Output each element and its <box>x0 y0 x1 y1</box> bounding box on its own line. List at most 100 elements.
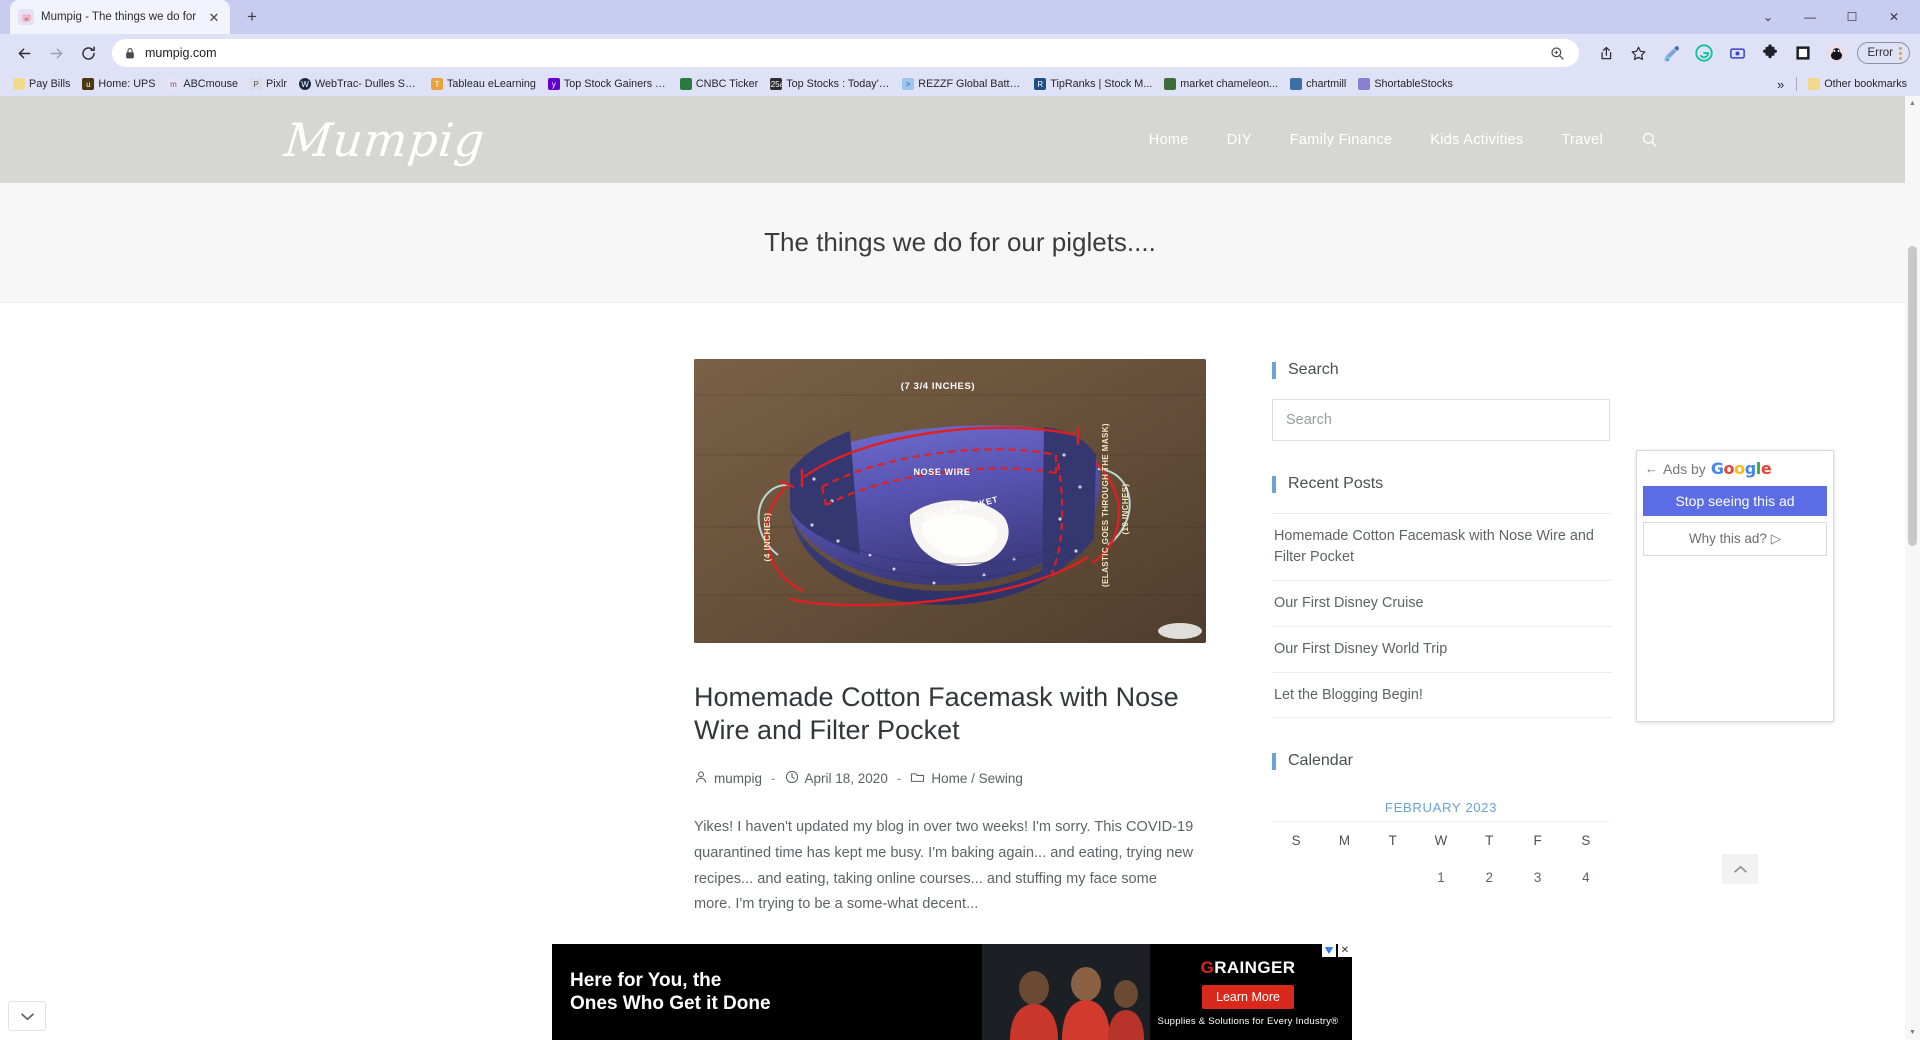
list-item[interactable]: Homemade Cotton Facemask with Nose Wire … <box>1272 514 1612 581</box>
page-scrollbar[interactable]: ▲ ▼ <box>1905 96 1920 1040</box>
post-author-name: mumpig <box>714 770 763 786</box>
post-title[interactable]: Homemade Cotton Facemask with Nose Wire … <box>694 681 1206 748</box>
extension-blue-icon[interactable] <box>1725 41 1749 65</box>
bookmark-item[interactable]: chartmill <box>1285 76 1351 92</box>
link-icon: > <box>902 78 915 90</box>
bookmarks-overflow-button[interactable]: » <box>1771 75 1790 94</box>
scrollbar-down-arrow[interactable]: ▼ <box>1905 1025 1920 1040</box>
error-badge-label: Error <box>1867 47 1893 59</box>
bookmark-item[interactable]: y Top Stock Gainers T... <box>543 76 673 92</box>
lock-icon <box>124 47 136 60</box>
chart-icon: \u25a0 <box>770 78 783 90</box>
list-item[interactable]: Our First Disney Cruise <box>1272 581 1612 627</box>
nav-item-travel[interactable]: Travel <box>1561 132 1603 148</box>
search-icon[interactable] <box>1641 131 1658 148</box>
grammarly-icon[interactable] <box>1692 41 1716 65</box>
reload-button[interactable] <box>74 39 102 67</box>
day-cell[interactable]: 2 <box>1465 859 1513 896</box>
bookmark-item[interactable]: Pay Bills <box>8 76 75 92</box>
profile-avatar-icon[interactable] <box>1824 41 1848 65</box>
nav-item-diy[interactable]: DIY <box>1227 132 1252 148</box>
ups-icon: u <box>82 78 95 90</box>
back-button[interactable] <box>10 39 38 67</box>
collapse-panel-button[interactable] <box>8 1001 46 1031</box>
post-excerpt: Yikes! I haven't updated my blog in over… <box>694 818 1194 913</box>
error-badge[interactable]: Error <box>1857 42 1910 64</box>
bookmark-label: CNBC Ticker <box>695 78 759 90</box>
bookmark-label: ABCmouse <box>183 78 239 90</box>
bookmark-item[interactable]: ShortableStocks <box>1353 76 1458 92</box>
bottom-ad-banner[interactable]: Here for You, the Ones Who Get it Done G… <box>552 944 1352 1040</box>
yahoo-icon: y <box>547 78 560 90</box>
calendar-month[interactable]: FEBRUARY 2023 <box>1272 790 1610 823</box>
bookmarks-divider <box>1796 77 1798 91</box>
clock-icon <box>785 770 799 787</box>
day-cell[interactable]: 3 <box>1513 859 1561 896</box>
share-icon[interactable] <box>1593 41 1617 65</box>
search-widget: Search <box>1272 361 1612 441</box>
star-icon[interactable] <box>1626 41 1650 65</box>
bottom-ad-copy: Here for You, the Ones Who Get it Done <box>552 944 982 1040</box>
bookmark-item[interactable]: P Pixlr <box>245 76 292 92</box>
scroll-to-top-button[interactable] <box>1722 854 1758 884</box>
bottom-ad-close-button[interactable]: ✕ <box>1338 944 1352 957</box>
bookmark-item[interactable]: market chameleon... <box>1159 76 1283 92</box>
browser-tab[interactable]: Mumpig - The things we do for o ✕ <box>10 0 230 34</box>
pixlr-icon: P <box>250 78 263 90</box>
bookmark-item[interactable]: CNBC Ticker <box>675 76 763 92</box>
site-navigation: Home DIY Family Finance Kids Activities … <box>1149 131 1658 148</box>
bookmark-item[interactable]: T Tableau eLearning <box>426 76 541 92</box>
site-logo[interactable]: Mumpig <box>282 113 488 167</box>
bookmark-item[interactable]: u Home: UPS <box>77 76 160 92</box>
bookmark-label: Home: UPS <box>98 78 156 90</box>
learn-more-button[interactable]: Learn More <box>1202 984 1294 1009</box>
address-bar[interactable]: mumpig.com <box>112 39 1580 67</box>
puzzle-extensions-icon[interactable] <box>1758 41 1782 65</box>
tab-search-chevron-icon[interactable]: ⌄ <box>1748 4 1788 30</box>
bookmark-item[interactable]: R TipRanks | Stock M... <box>1029 76 1157 92</box>
webtrac-icon: W <box>299 78 312 90</box>
bookmark-item[interactable]: m ABCmouse <box>162 76 243 92</box>
calendar-week-row: 1 2 3 4 <box>1272 859 1610 896</box>
maximize-button[interactable]: ☐ <box>1832 4 1872 30</box>
kebab-menu-icon[interactable] <box>1899 46 1902 60</box>
why-this-ad-button[interactable]: Why this ad? ▷ <box>1643 522 1827 556</box>
nav-item-kids-activities[interactable]: Kids Activities <box>1430 132 1523 148</box>
day-cell[interactable]: 4 <box>1562 859 1610 896</box>
bookmark-item[interactable]: W WebTrac- Dulles So... <box>294 76 424 92</box>
post-featured-image[interactable]: (7 3/4 INCHES) NOSE WIRE FILTER POCKET (… <box>694 359 1206 643</box>
square-extension-icon[interactable] <box>1791 41 1815 65</box>
other-bookmarks-folder[interactable]: Other bookmarks <box>1803 76 1912 92</box>
nav-item-family-finance[interactable]: Family Finance <box>1290 132 1393 148</box>
eyedropper-icon[interactable] <box>1659 41 1683 65</box>
bookmark-item[interactable]: \u25a0 Top Stocks : Today's... <box>765 76 895 92</box>
weekday-cell: W <box>1434 833 1448 849</box>
folder-icon <box>1808 78 1821 90</box>
close-window-button[interactable]: ✕ <box>1874 4 1914 30</box>
bookmark-item[interactable]: > REZZF Global Batter... <box>897 76 1027 92</box>
stop-seeing-ad-button[interactable]: Stop seeing this ad <box>1643 486 1827 516</box>
bookmark-label: Pay Bills <box>29 78 71 90</box>
recent-posts-title: Recent Posts <box>1272 475 1612 493</box>
zoom-in-icon[interactable] <box>1550 46 1565 61</box>
scrollbar-up-arrow[interactable]: ▲ <box>1905 96 1920 111</box>
list-item[interactable]: Our First Disney World Trip <box>1272 627 1612 673</box>
post-date-text: April 18, 2020 <box>804 770 888 786</box>
new-tab-button[interactable]: + <box>238 3 266 31</box>
day-cell <box>1272 859 1320 896</box>
bookmark-label: Pixlr <box>266 78 288 90</box>
post-author[interactable]: mumpig <box>694 770 762 787</box>
list-item[interactable]: Let the Blogging Begin! <box>1272 673 1612 719</box>
forward-button[interactable] <box>42 39 70 67</box>
minimize-button[interactable]: — <box>1790 4 1830 30</box>
tab-close-icon[interactable]: ✕ <box>206 11 222 24</box>
weekday-cell: T <box>1485 833 1494 849</box>
search-input[interactable] <box>1272 399 1610 441</box>
post-category[interactable]: Home / Sewing <box>910 770 1023 787</box>
back-arrow-icon[interactable]: ← <box>1645 462 1658 475</box>
adchoices-icon[interactable]: i <box>1322 944 1336 957</box>
day-cell[interactable]: 1 <box>1417 859 1465 896</box>
site-tagline: The things we do for our piglets.... <box>764 227 1156 257</box>
scrollbar-thumb[interactable] <box>1908 246 1917 546</box>
nav-item-home[interactable]: Home <box>1149 132 1189 148</box>
